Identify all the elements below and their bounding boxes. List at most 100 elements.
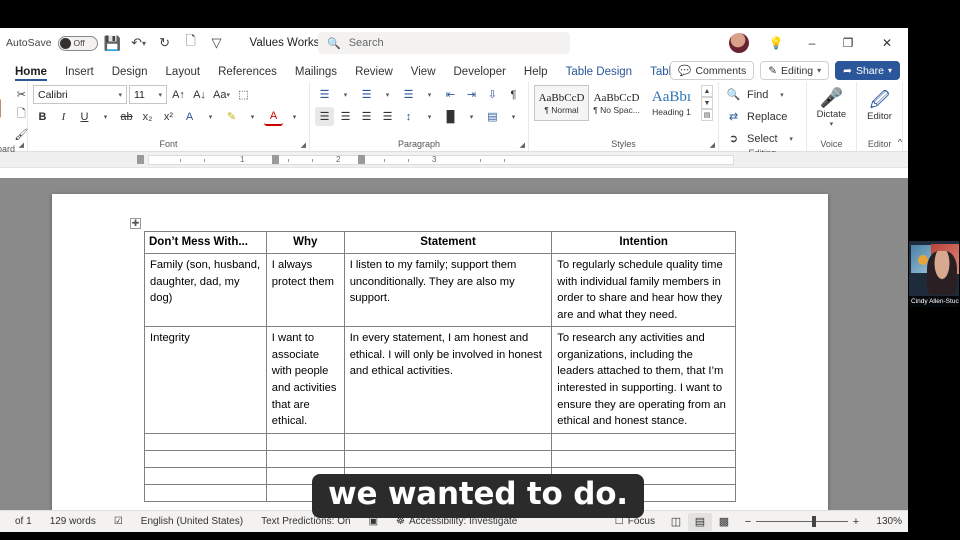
cell-why[interactable]: [265, 432, 345, 451]
style-normal[interactable]: AaBbCcD ¶ Normal: [534, 85, 589, 121]
strikethrough-icon[interactable]: ab: [117, 107, 136, 126]
comments-button[interactable]: 💬 Comments: [670, 61, 755, 80]
font-color-icon[interactable]: A: [264, 107, 283, 126]
styles-dialog-launcher-icon[interactable]: ◢: [710, 141, 715, 149]
cell-statement[interactable]: [343, 432, 553, 451]
dictate-button[interactable]: 🎤 Dictate ▾: [812, 89, 852, 129]
zoom-out-button[interactable]: −: [740, 516, 756, 528]
print-layout-icon[interactable]: ▤: [688, 512, 712, 531]
cell-statement[interactable]: [343, 449, 553, 468]
text-effects-icon[interactable]: A: [180, 107, 199, 126]
language-indicator[interactable]: English (United States): [132, 516, 252, 527]
tab-table-design[interactable]: Table Design: [557, 64, 641, 82]
table-move-handle-icon[interactable]: ✚: [130, 218, 141, 229]
bullet-list-icon[interactable]: ☰: [315, 85, 334, 104]
find-dropdown-icon[interactable]: ▾: [772, 85, 791, 104]
paragraph-mark-icon[interactable]: ¶: [504, 85, 523, 104]
table-row[interactable]: Integrity I want to associate with peopl…: [144, 326, 736, 434]
clear-formatting-icon[interactable]: ⬚: [234, 85, 253, 104]
ruler-indent-marker[interactable]: [137, 155, 144, 164]
superscript-button[interactable]: x²: [159, 107, 178, 126]
sort-icon[interactable]: ⇩: [483, 85, 502, 104]
tab-view[interactable]: View: [402, 64, 445, 82]
styles-more-icon[interactable]: ▤: [701, 109, 713, 121]
table-row[interactable]: [144, 449, 736, 468]
align-right-icon[interactable]: ☰: [357, 107, 376, 126]
bullet-list-dropdown-icon[interactable]: ▾: [336, 85, 355, 104]
read-mode-icon[interactable]: ◫: [664, 513, 688, 531]
align-center-icon[interactable]: ☰: [336, 107, 355, 126]
subscript-button[interactable]: x₂: [138, 107, 157, 126]
cell-why[interactable]: [265, 449, 345, 468]
underline-button[interactable]: U: [75, 107, 94, 126]
shading-dropdown-icon[interactable]: ▾: [462, 107, 481, 126]
zoom-thumb[interactable]: [812, 516, 816, 527]
zoom-level[interactable]: 130%: [868, 516, 902, 527]
tab-design[interactable]: Design: [103, 64, 157, 82]
zoom-slider[interactable]: − +: [740, 516, 864, 528]
web-layout-icon[interactable]: ▩: [712, 513, 736, 531]
editor-button[interactable]: 🖉 Editor: [862, 91, 897, 123]
italic-button[interactable]: I: [54, 107, 73, 126]
align-left-icon[interactable]: ☰: [315, 107, 334, 126]
increase-indent-icon[interactable]: ⇥: [462, 85, 481, 104]
cell-value[interactable]: Integrity: [144, 326, 267, 434]
replace-button[interactable]: Replace: [745, 107, 789, 126]
line-spacing-icon[interactable]: ↕: [399, 107, 418, 126]
minimize-icon[interactable]: –: [794, 28, 830, 58]
values-table[interactable]: Don’t Mess With... Why Statement Intenti…: [144, 230, 736, 502]
cell-value[interactable]: [144, 483, 267, 502]
tab-developer[interactable]: Developer: [445, 64, 515, 82]
find-button[interactable]: Find: [745, 85, 770, 104]
highlight-icon[interactable]: ✎: [222, 107, 241, 126]
tab-review[interactable]: Review: [346, 64, 402, 82]
borders-dropdown-icon[interactable]: ▾: [504, 107, 523, 126]
table-row[interactable]: Family (son, husband, daughter, dad, my …: [144, 253, 736, 328]
line-spacing-dropdown-icon[interactable]: ▾: [420, 107, 439, 126]
share-button[interactable]: ➦ Share ▾: [835, 61, 900, 80]
bold-button[interactable]: B: [33, 107, 52, 126]
tab-mailings[interactable]: Mailings: [286, 64, 346, 82]
shading-icon[interactable]: █: [441, 107, 460, 126]
cell-intention[interactable]: [551, 449, 736, 468]
underline-dropdown-icon[interactable]: ▾: [96, 107, 115, 126]
save-icon[interactable]: 💾: [102, 32, 124, 54]
table-row[interactable]: [144, 432, 736, 451]
grow-font-icon[interactable]: A↑: [169, 85, 188, 104]
webcam-overlay[interactable]: Cindy Allen-Stuc: [908, 240, 960, 308]
cell-intention[interactable]: [551, 432, 736, 451]
page-indicator[interactable]: of 1: [6, 516, 41, 527]
shrink-font-icon[interactable]: A↓: [190, 85, 209, 104]
tab-insert[interactable]: Insert: [56, 64, 103, 82]
autosave-toggle[interactable]: Off: [57, 35, 98, 51]
cell-intention[interactable]: To research any activities and organizat…: [551, 326, 736, 434]
zoom-in-button[interactable]: +: [848, 516, 864, 528]
cell-intention[interactable]: To regularly schedule quality time with …: [551, 253, 736, 328]
tab-home[interactable]: Home: [6, 64, 56, 82]
change-case-button[interactable]: Aa ▾: [211, 85, 232, 104]
document-canvas[interactable]: ✚ Don’t Mess With... Why Statement Inten…: [0, 178, 908, 510]
borders-icon[interactable]: ▤: [483, 107, 502, 126]
tab-references[interactable]: References: [209, 64, 286, 82]
font-color-dropdown-icon[interactable]: ▾: [285, 107, 304, 126]
document-page[interactable]: ✚ Don’t Mess With... Why Statement Inten…: [52, 194, 828, 510]
proofing-icon[interactable]: ☑: [105, 516, 132, 527]
search-input[interactable]: 🔍 Search: [318, 32, 570, 54]
multilevel-list-icon[interactable]: ☰: [399, 85, 418, 104]
styles-scroll-up-icon[interactable]: ▲: [701, 85, 713, 97]
customize-quick-access-icon[interactable]: ▽: [206, 32, 228, 54]
zoom-track[interactable]: [756, 516, 848, 527]
highlight-dropdown-icon[interactable]: ▾: [243, 107, 262, 126]
text-effects-dropdown-icon[interactable]: ▾: [201, 107, 220, 126]
cell-value[interactable]: Family (son, husband, daughter, dad, my …: [144, 253, 267, 328]
font-name-combobox[interactable]: Calibri ▾: [33, 85, 127, 104]
undo-icon[interactable]: ↶ ▾: [128, 32, 150, 54]
ruler-indent-marker[interactable]: [272, 155, 279, 164]
close-icon[interactable]: ✕: [866, 28, 908, 58]
restore-icon[interactable]: ❐: [830, 28, 866, 58]
lightbulb-icon[interactable]: 💡: [758, 28, 794, 58]
multilevel-list-dropdown-icon[interactable]: ▾: [420, 85, 439, 104]
select-button[interactable]: Select: [745, 129, 780, 148]
clipboard-dialog-launcher-icon[interactable]: ◢: [19, 141, 24, 149]
styles-scroll-down-icon[interactable]: ▼: [701, 97, 713, 109]
